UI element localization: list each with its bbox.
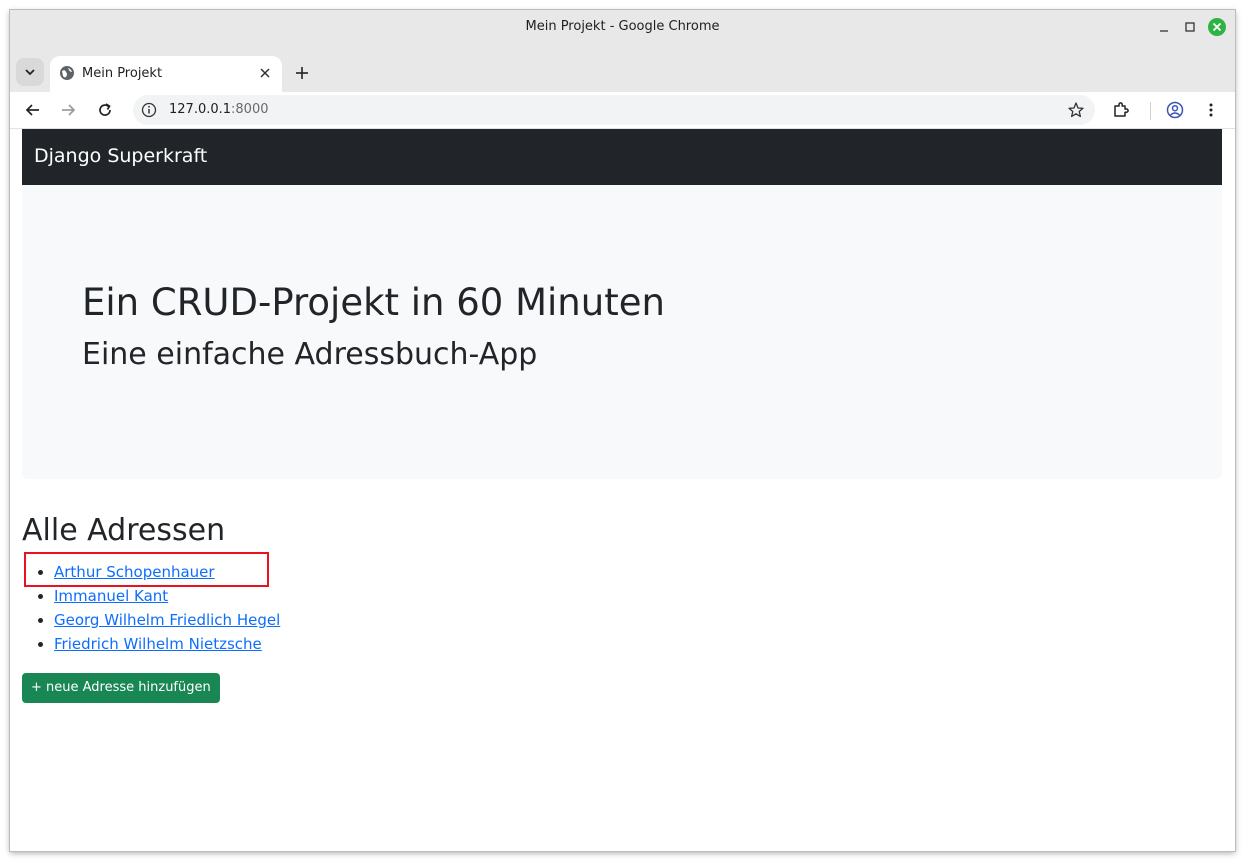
more-vertical-icon — [1209, 103, 1213, 117]
add-address-button[interactable]: + neue Adresse hinzufügen — [22, 673, 220, 703]
arrow-left-icon — [25, 104, 39, 116]
list-item: Friedrich Wilhelm Nietzsche — [54, 632, 280, 656]
address-list-heading: Alle Adressen — [22, 513, 226, 548]
chevron-down-icon — [25, 69, 35, 76]
profile-button[interactable] — [1161, 96, 1189, 124]
extensions-button[interactable] — [1107, 96, 1135, 124]
hero-title: Ein CRUD-Projekt in 60 Minuten — [82, 281, 665, 324]
address-link-kant[interactable]: Immanuel Kant — [54, 587, 168, 605]
list-item: Immanuel Kant — [54, 584, 280, 608]
account-icon — [1166, 101, 1184, 119]
bookmark-star-icon[interactable] — [1067, 101, 1085, 119]
forward-button[interactable] — [54, 96, 82, 124]
address-link-nietzsche[interactable]: Friedrich Wilhelm Nietzsche — [54, 635, 262, 653]
browser-window: Mein Projekt - Google Chrome Mein Projek… — [10, 10, 1235, 851]
close-tab-icon[interactable] — [256, 64, 274, 82]
url-port: :8000 — [231, 102, 269, 117]
menu-button[interactable] — [1197, 96, 1225, 124]
address-link-schopenhauer[interactable]: Arthur Schopenhauer — [54, 563, 215, 581]
puzzle-icon — [1114, 102, 1129, 117]
close-window-icon[interactable] — [1207, 17, 1227, 37]
arrow-right-icon — [62, 104, 76, 116]
tab-strip: Mein Projekt — [10, 44, 1235, 92]
url-text: 127.0.0.1:8000 — [169, 102, 269, 117]
tab-title: Mein Projekt — [82, 66, 163, 81]
reload-icon — [99, 103, 111, 116]
globe-icon — [59, 65, 75, 81]
browser-toolbar: 127.0.0.1:8000 — [10, 92, 1235, 129]
reload-button[interactable] — [91, 96, 119, 124]
toolbar-divider — [1150, 102, 1151, 120]
tab-search-button[interactable] — [16, 58, 44, 86]
plus-icon — [296, 67, 308, 79]
address-link-hegel[interactable]: Georg Wilhelm Friedlich Hegel — [54, 611, 280, 629]
maximize-icon[interactable] — [1180, 17, 1200, 37]
title-bar: Mein Projekt - Google Chrome — [10, 10, 1235, 44]
page-viewport: Django Superkraft Ein CRUD-Projekt in 60… — [10, 129, 1235, 851]
url-host: 127.0.0.1 — [169, 102, 232, 117]
new-tab-button[interactable] — [291, 62, 313, 84]
address-list: Arthur Schopenhauer Immanuel Kant Georg … — [22, 560, 280, 656]
window-title: Mein Projekt - Google Chrome — [525, 19, 720, 34]
site-info-icon[interactable] — [141, 102, 157, 118]
back-button[interactable] — [19, 96, 47, 124]
list-item: Arthur Schopenhauer — [54, 560, 280, 584]
navbar-brand[interactable]: Django Superkraft — [34, 145, 207, 167]
browser-tab[interactable]: Mein Projekt — [50, 56, 282, 92]
hero-subtitle: Eine einfache Adressbuch-App — [82, 337, 538, 372]
hero-section: Ein CRUD-Projekt in 60 Minuten Eine einf… — [22, 185, 1222, 479]
address-bar[interactable]: 127.0.0.1:8000 — [133, 95, 1095, 125]
list-item: Georg Wilhelm Friedlich Hegel — [54, 608, 280, 632]
navbar: Django Superkraft — [22, 129, 1222, 185]
minimize-icon[interactable] — [1154, 17, 1174, 37]
